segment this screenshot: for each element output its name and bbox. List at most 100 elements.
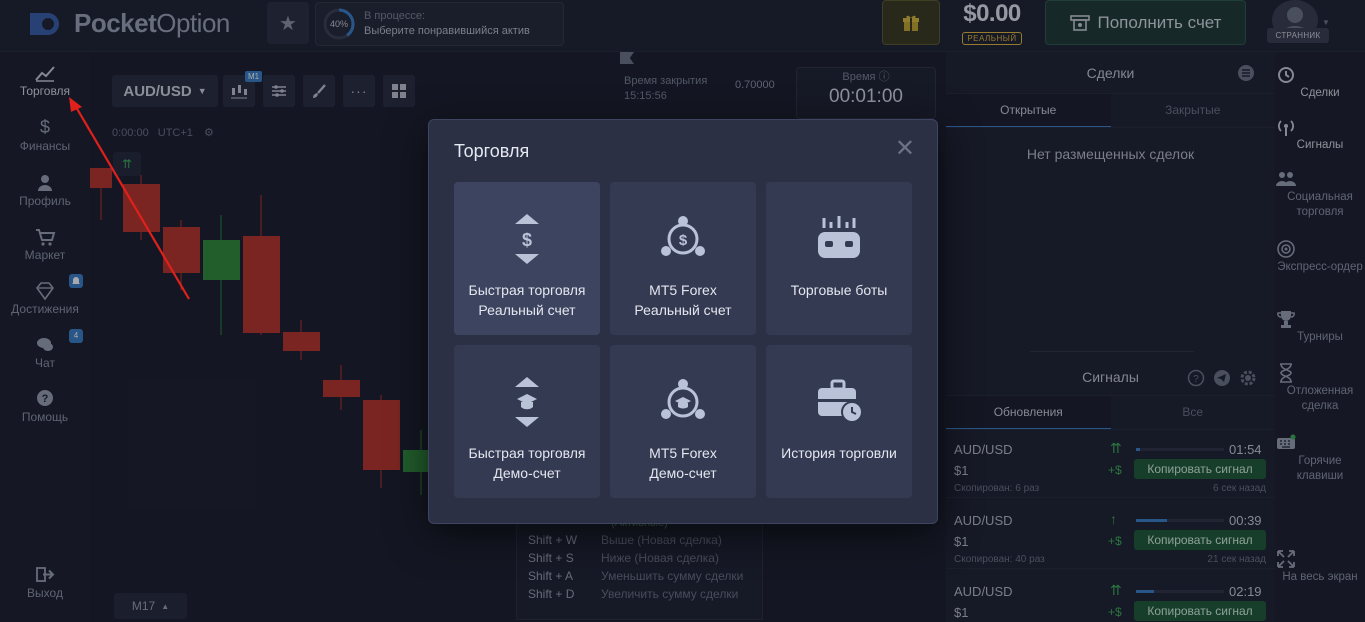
tab-open[interactable]: Открытые xyxy=(946,94,1111,127)
candles-icon xyxy=(231,85,247,99)
nav-label: Достижения xyxy=(11,302,79,316)
gift-button[interactable] xyxy=(882,0,940,45)
nav-label: Помощь xyxy=(21,410,69,424)
help-icon[interactable]: ⓘ xyxy=(879,71,890,83)
signal-copied: Скопирован: 40 раз xyxy=(954,554,1045,565)
tile-line1: MT5 Forex xyxy=(649,445,717,461)
svg-text:?: ? xyxy=(1193,374,1199,385)
tab-closed[interactable]: Закрытые xyxy=(1111,94,1276,127)
signal-item: AUD/USD $1 Скопирован: 6 раз ⇈ +$ 01:54 … xyxy=(946,430,1275,498)
tile-quick-trade-demo[interactable]: Быстрая торговля Демо-счет xyxy=(454,345,600,498)
signals-panel: Сигналы ? Обновления Все AUD/USD $1 Скоп… xyxy=(946,358,1275,622)
time-label: Время xyxy=(842,71,876,83)
rnav-signals[interactable]: Сигналы xyxy=(1275,116,1365,153)
nav-profile[interactable]: Профиль xyxy=(0,172,90,208)
logo-thin: Option xyxy=(156,8,230,38)
chevron-down-icon[interactable]: ▼ xyxy=(1322,18,1330,27)
dollar-icon: $ xyxy=(39,117,50,137)
rnav-trades[interactable]: Сделки xyxy=(1275,64,1365,101)
bell-icon[interactable] xyxy=(69,274,83,288)
app-root: PocketOption ★ 40% В процессе: Выберите … xyxy=(0,0,1365,622)
nav-exit[interactable]: Выход xyxy=(0,564,90,600)
rnav-fullscreen[interactable]: На весь экран xyxy=(1275,548,1365,585)
tab-updates[interactable]: Обновления xyxy=(946,396,1111,429)
balance[interactable]: $0.00 РЕАЛЬНЫЙ xyxy=(956,0,1028,46)
close-icon[interactable]: ✕ xyxy=(895,137,915,161)
rnav-label: Сигналы xyxy=(1296,139,1344,151)
tile-mt5-demo[interactable]: MT5 Forex Демо-счет xyxy=(610,345,756,498)
copy-signal-button[interactable]: Копировать сигнал xyxy=(1134,601,1266,621)
rnav-pending[interactable]: Отложенная сделка xyxy=(1275,362,1365,414)
nav-help[interactable]: ? Помощь xyxy=(0,388,90,424)
gear-icon[interactable] xyxy=(1239,369,1257,387)
drawing-button[interactable] xyxy=(303,75,335,107)
hotkey-desc: Увеличить сумму сделки xyxy=(601,587,739,601)
robot-icon xyxy=(818,216,860,258)
zoom-label: M17 xyxy=(131,599,156,613)
tile-mt5-real[interactable]: $ MT5 Forex Реальный счет xyxy=(610,182,756,335)
rnav-tournaments[interactable]: Турниры xyxy=(1275,308,1365,345)
nav-label: Маркет xyxy=(24,248,66,262)
hotkey-desc: Ниже (Новая сделка) xyxy=(601,551,719,565)
tile-trading-bots[interactable]: Торговые боты xyxy=(766,182,912,335)
more-button[interactable]: ··· xyxy=(343,75,375,107)
rnav-label: Социальная торговля xyxy=(1287,191,1353,218)
rnav-label: Турниры xyxy=(1297,331,1343,343)
nav-label: Выход xyxy=(27,586,63,600)
list-icon[interactable] xyxy=(1237,64,1255,82)
tile-line1: Быстрая торговля xyxy=(468,445,586,461)
mt5-icon: $ xyxy=(661,216,705,256)
pair-selector[interactable]: AUD/USD ▼ xyxy=(112,75,218,107)
up-arrows-indicator: ⇈ xyxy=(113,152,141,176)
pair-label: AUD/USD xyxy=(123,82,192,100)
hotkey-key: Shift + D xyxy=(528,587,575,601)
tile-line2: Реальный счет xyxy=(634,302,732,318)
fullscreen-icon xyxy=(1277,550,1295,568)
hotkey-desc: Выше (Новая сделка) xyxy=(601,533,722,547)
time-value[interactable]: 00:01:00 xyxy=(797,86,935,108)
right-sidebar: Сделки Сигналы Социальная торговля Экспр… xyxy=(1275,52,1365,622)
chevron-down-icon: ▼ xyxy=(197,86,207,96)
logo-icon xyxy=(28,9,66,39)
asset-progress-box[interactable]: 40% В процессе: Выберите понравившийся а… xyxy=(315,2,564,46)
tile-trade-history[interactable]: История торговли xyxy=(766,345,912,498)
logout-icon xyxy=(36,567,55,582)
logo[interactable]: PocketOption xyxy=(28,8,230,39)
nav-label: Торговля xyxy=(19,84,71,98)
close-time-label: Время закрытия xyxy=(624,75,708,87)
telegram-icon[interactable] xyxy=(1213,369,1231,387)
indicators-button[interactable] xyxy=(263,75,295,107)
tab-all[interactable]: Все xyxy=(1111,396,1276,429)
help-icon[interactable]: ? xyxy=(1187,369,1205,387)
rnav-social[interactable]: Социальная торговля xyxy=(1275,168,1365,220)
diamond-icon xyxy=(35,282,55,301)
up-arrow-icon: ↑ xyxy=(1110,511,1117,527)
signal-progress xyxy=(1136,448,1224,451)
signal-timer: 01:54 xyxy=(1229,442,1262,457)
svg-text:?: ? xyxy=(42,393,49,405)
favorites-button[interactable]: ★ xyxy=(267,2,309,44)
empty-trades-message: Нет размещенных сделок xyxy=(1026,146,1195,162)
tile-line2: Демо-счет xyxy=(649,465,717,481)
nav-market[interactable]: Маркет xyxy=(0,226,90,262)
gear-icon[interactable]: ⚙ xyxy=(204,127,214,139)
chart-time: 0:00:00 xyxy=(112,127,149,139)
progress-percent: 40% xyxy=(329,19,348,29)
nav-finance[interactable]: $ Финансы xyxy=(0,117,90,153)
copy-signal-button[interactable]: Копировать сигнал xyxy=(1134,459,1266,479)
copy-signal-button[interactable]: Копировать сигнал xyxy=(1134,530,1266,550)
tile-quick-trade-real[interactable]: $ Быстрая торговля Реальный счет xyxy=(454,182,600,335)
layout-button[interactable] xyxy=(383,75,415,107)
deposit-button[interactable]: Пополнить счет xyxy=(1045,0,1246,45)
rnav-label: Горячие клавиши xyxy=(1296,455,1344,482)
zoom-selector[interactable]: M17 ▲ xyxy=(114,593,187,619)
rnav-label: Экспресс-ордер xyxy=(1277,261,1363,273)
price-level: 0.70000 xyxy=(735,79,775,91)
rnav-express[interactable]: Экспресс-ордер xyxy=(1275,238,1365,275)
trading-modal: Торговля ✕ $ Быстрая торговля Реальный с… xyxy=(428,119,938,524)
chevron-up-icon: ▲ xyxy=(161,601,170,611)
expiry-time-panel[interactable]: Время ⓘ 00:01:00 xyxy=(796,67,936,119)
nav-trading[interactable]: Торговля xyxy=(0,62,90,98)
progress-ring: 40% xyxy=(322,7,356,41)
rnav-hotkeys[interactable]: Горячие клавиши xyxy=(1275,432,1365,484)
